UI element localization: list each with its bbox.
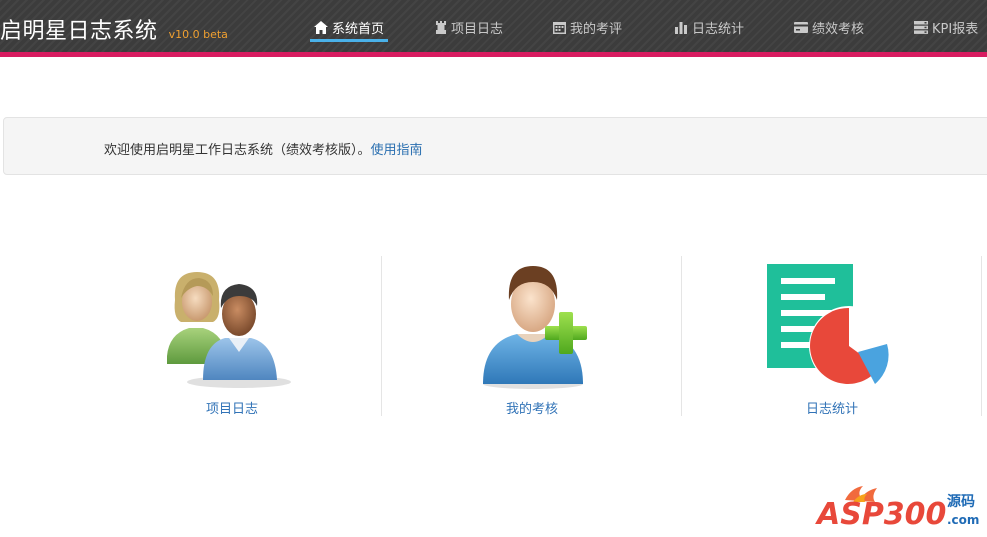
- watermark-domain: .com: [947, 513, 979, 527]
- credit-card-icon: [794, 21, 808, 33]
- nav-home[interactable]: 系统首页: [309, 16, 389, 42]
- calendar-icon: [553, 21, 566, 34]
- add-user-icon: [483, 266, 587, 389]
- main-nav: 系统首页 项目日志 我的考评 日志统计 绩效考核 KPI报表: [0, 0, 987, 52]
- nav-home-label: 系统首页: [332, 21, 385, 37]
- user-guide-link[interactable]: 使用指南: [371, 143, 423, 158]
- welcome-text: 欢迎使用启明星工作日志系统（绩效考核版）。: [104, 143, 371, 158]
- nav-log-stats[interactable]: 日志统计: [675, 16, 744, 38]
- nav-performance-label: 绩效考核: [812, 21, 865, 37]
- asp300-watermark: ASP300 源码 .com: [815, 478, 980, 533]
- nav-project-log[interactable]: 项目日志: [435, 16, 503, 38]
- rook-icon: [436, 20, 446, 34]
- server-icon: [914, 20, 928, 34]
- report-pie-chart-icon: [767, 264, 889, 386]
- nav-log-stats-label: 日志统计: [692, 21, 745, 37]
- watermark-text: ASP300: [815, 497, 946, 532]
- watermark-suffix: 源码: [947, 493, 975, 510]
- bar-chart-icon: [675, 21, 687, 34]
- quick-launch-tiles: 项目日志 我的考核 日志统计: [82, 256, 987, 417]
- nav-project-log-label: 项目日志: [451, 21, 504, 37]
- tile-project-log-label: 项目日志: [205, 402, 258, 417]
- tile-log-stats[interactable]: 日志统计: [682, 256, 982, 417]
- flame-logo-icon: ASP300 源码 .com: [815, 486, 979, 532]
- tile-my-assessment-label: 我的考核: [505, 402, 558, 417]
- nav-my-evaluation[interactable]: 我的考评: [553, 16, 622, 38]
- home-icon: [314, 20, 328, 34]
- welcome-message: 欢迎使用启明星工作日志系统（绩效考核版）。使用指南: [104, 139, 423, 158]
- nav-kpi-report[interactable]: KPI报表: [914, 16, 978, 38]
- tile-log-stats-label: 日志统计: [805, 402, 858, 417]
- nav-kpi-report-label: KPI报表: [932, 21, 979, 37]
- users-icon: [167, 272, 291, 388]
- nav-my-evaluation-label: 我的考评: [570, 21, 623, 37]
- welcome-notice: 欢迎使用启明星工作日志系统（绩效考核版）。使用指南: [3, 117, 987, 175]
- tile-project-log[interactable]: 项目日志: [82, 256, 382, 417]
- nav-performance[interactable]: 绩效考核: [794, 16, 864, 38]
- tile-my-assessment[interactable]: 我的考核: [382, 256, 682, 417]
- top-navbar: 启明星日志系统 v10.0 beta 系统首页 项目日志 我的考评 日志统计 绩…: [0, 0, 987, 57]
